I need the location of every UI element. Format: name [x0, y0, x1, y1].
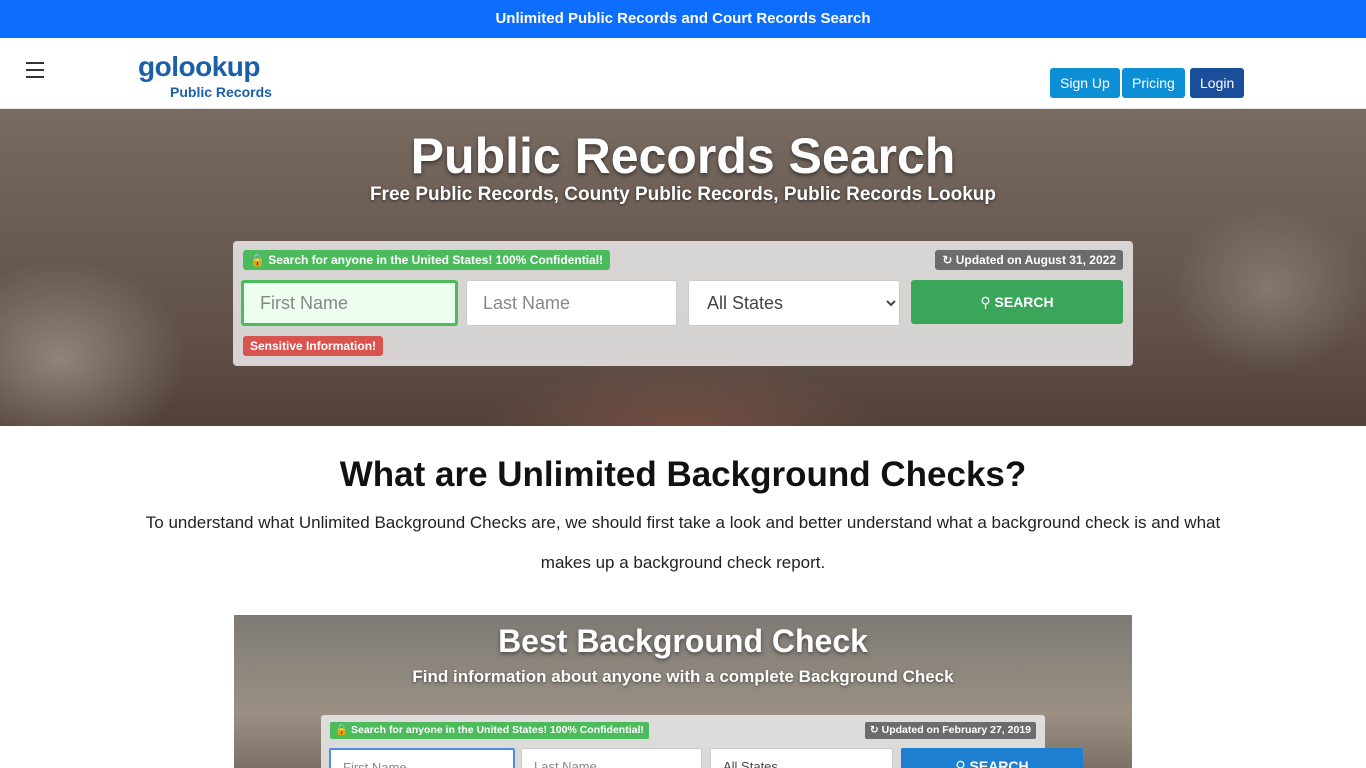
announcement-text: Unlimited Public Records and Court Recor…	[495, 10, 871, 27]
promo-title: Best Background Check	[498, 623, 868, 659]
lock-icon: 🔒	[335, 724, 349, 736]
promo-last-name: Last Name	[521, 748, 702, 768]
hero-title: Public Records Search	[410, 128, 956, 184]
section-body: To understand what Unlimited Background …	[145, 513, 1221, 572]
promo-first-name: First Name	[329, 748, 515, 768]
promo-state: All States	[710, 748, 893, 768]
search-icon: ⚲	[980, 294, 991, 310]
first-name-input[interactable]	[241, 280, 458, 326]
signup-button[interactable]: Sign Up	[1050, 68, 1120, 98]
hero-banner: Public Records Search Free Public Record…	[0, 109, 1366, 426]
promo-subtitle: Find information about anyone with a com…	[412, 667, 954, 686]
login-button[interactable]: Login	[1190, 68, 1245, 98]
section-title: What are Unlimited Background Checks?	[339, 455, 1027, 494]
promo-search-button: ⚲ SEARCH	[901, 748, 1083, 768]
promo-image: Best Background Check Find information a…	[234, 615, 1132, 768]
hero-subtitle: Free Public Records, County Public Recor…	[369, 184, 997, 205]
logo[interactable]: golookup Public Records	[138, 51, 272, 101]
confidential-badge: 🔒 Search for anyone in the United States…	[243, 250, 611, 270]
search-form: 🔒 Search for anyone in the United States…	[233, 241, 1133, 366]
lock-icon: 🔒	[250, 253, 265, 267]
logo-subtitle: Public Records	[170, 84, 272, 100]
promo-confidential-badge: 🔒 Search for anyone in the United States…	[330, 722, 649, 739]
promo-search-form: 🔒 Search for anyone in the United States…	[321, 715, 1083, 768]
top-announcement-bar: Unlimited Public Records and Court Recor…	[0, 0, 1366, 38]
navbar: golookup Public Records Sign Up Pricing …	[0, 38, 1366, 109]
refresh-icon: ↻	[869, 724, 879, 736]
search-icon: ⚲	[955, 758, 966, 768]
menu-icon[interactable]	[26, 62, 44, 78]
promo-updated-badge: ↻ Updated on February 27, 2019	[864, 722, 1036, 739]
search-button[interactable]: ⚲ SEARCH	[911, 280, 1123, 324]
logo-wordmark: golookup	[138, 51, 260, 82]
sensitive-info-badge: Sensitive Information!	[243, 336, 384, 356]
updated-badge: ↻ Updated on August 31, 2022	[935, 250, 1123, 270]
state-select[interactable]: All States	[688, 280, 900, 326]
refresh-icon: ↻	[942, 253, 953, 267]
pricing-button[interactable]: Pricing	[1122, 68, 1185, 98]
last-name-input[interactable]	[466, 280, 677, 326]
